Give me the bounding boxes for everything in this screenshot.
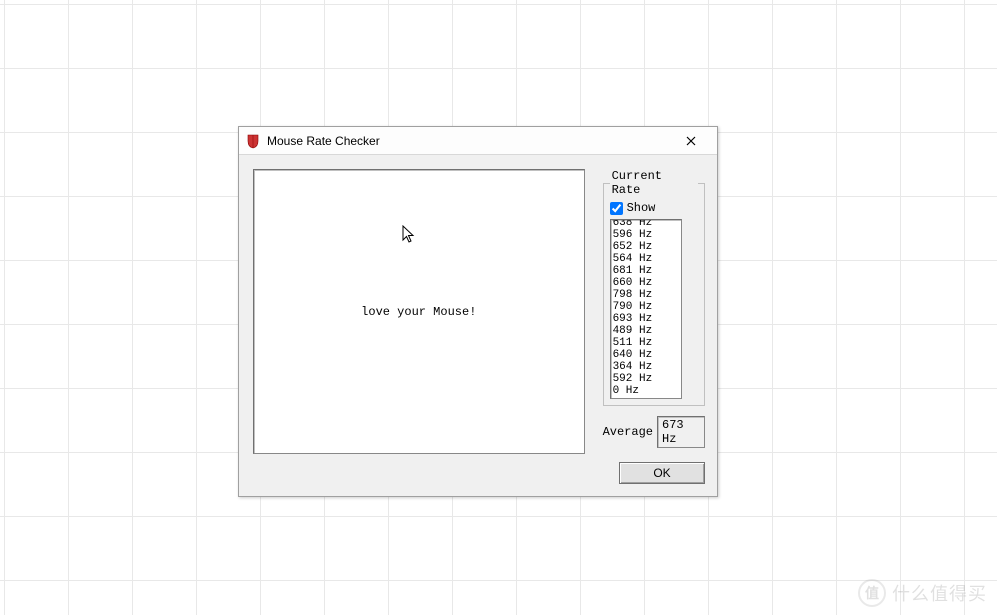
current-rate-group: Current Rate Show 638 Hz596 Hz652 Hz564 … bbox=[603, 169, 705, 406]
show-checkbox-row[interactable]: Show bbox=[610, 201, 698, 215]
show-checkbox[interactable] bbox=[610, 202, 623, 215]
rate-sample[interactable]: 790 Hz bbox=[613, 301, 679, 313]
window-title: Mouse Rate Checker bbox=[267, 134, 671, 148]
titlebar[interactable]: Mouse Rate Checker bbox=[239, 127, 717, 155]
show-label: Show bbox=[627, 201, 656, 215]
rate-sample[interactable]: 638 Hz bbox=[613, 219, 679, 229]
rate-sample[interactable]: 564 Hz bbox=[613, 253, 679, 265]
rate-sample[interactable]: 640 Hz bbox=[613, 349, 679, 361]
rate-sample[interactable]: 681 Hz bbox=[613, 265, 679, 277]
rate-sample[interactable]: 798 Hz bbox=[613, 289, 679, 301]
rate-sample[interactable]: 364 Hz bbox=[613, 361, 679, 373]
rate-listbox[interactable]: 638 Hz596 Hz652 Hz564 Hz681 Hz660 Hz798 … bbox=[610, 219, 682, 399]
right-column: Current Rate Show 638 Hz596 Hz652 Hz564 … bbox=[603, 169, 705, 484]
rate-sample[interactable]: 596 Hz bbox=[613, 229, 679, 241]
current-rate-legend: Current Rate bbox=[610, 169, 698, 197]
average-label: Average bbox=[603, 425, 653, 439]
rate-sample[interactable]: 660 Hz bbox=[613, 277, 679, 289]
average-row: Average 673 Hz bbox=[603, 416, 705, 448]
close-icon bbox=[686, 136, 696, 146]
rate-sample[interactable]: 489 Hz bbox=[613, 325, 679, 337]
ok-button[interactable]: OK bbox=[619, 462, 705, 484]
rate-sample[interactable]: 511 Hz bbox=[613, 337, 679, 349]
mouse-tracking-area[interactable]: love your Mouse! bbox=[253, 169, 585, 454]
rate-sample[interactable]: 592 Hz bbox=[613, 373, 679, 385]
app-icon bbox=[245, 133, 261, 149]
rate-sample[interactable]: 0 Hz bbox=[613, 385, 679, 397]
rate-sample[interactable]: 693 Hz bbox=[613, 313, 679, 325]
mouse-rate-dialog: Mouse Rate Checker love your Mouse! Curr… bbox=[238, 126, 718, 497]
close-button[interactable] bbox=[671, 130, 711, 152]
watermark-text: 什么值得买 bbox=[892, 580, 987, 606]
cursor-icon bbox=[402, 225, 418, 249]
rate-sample[interactable]: 652 Hz bbox=[613, 241, 679, 253]
watermark-badge: 值 bbox=[858, 579, 886, 607]
dialog-body: love your Mouse! Current Rate Show 638 H… bbox=[239, 155, 717, 496]
mouse-area-message: love your Mouse! bbox=[361, 305, 476, 319]
watermark: 值 什么值得买 bbox=[858, 579, 987, 607]
average-value: 673 Hz bbox=[657, 416, 705, 448]
